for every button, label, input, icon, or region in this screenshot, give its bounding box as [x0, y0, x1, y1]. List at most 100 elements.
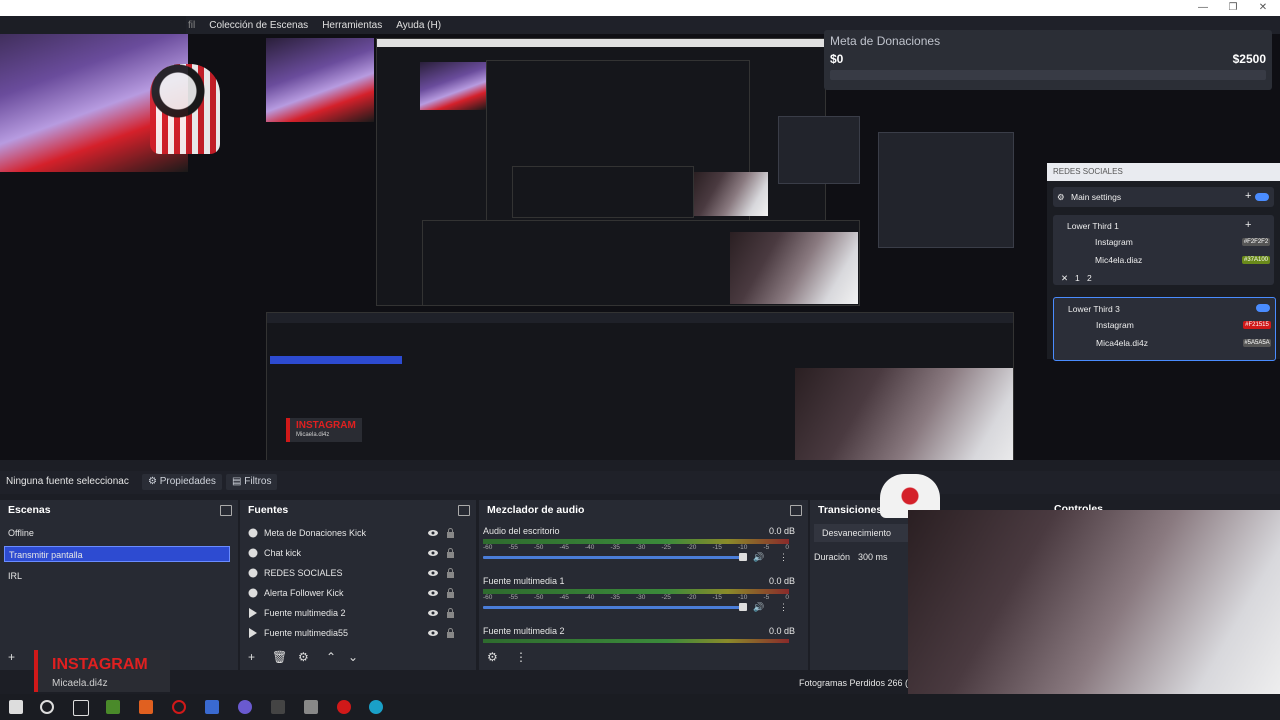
- gear-icon[interactable]: ⚙: [298, 650, 309, 664]
- speaker-icon[interactable]: 🔊: [753, 602, 764, 613]
- add-source-button[interactable]: +: [248, 650, 255, 664]
- lock-icon[interactable]: [446, 588, 455, 598]
- task-view-icon[interactable]: [73, 700, 89, 716]
- source-item[interactable]: Alerta Follower Kick: [244, 584, 464, 602]
- lock-icon[interactable]: [446, 608, 455, 618]
- nested-instagram-title: INSTAGRAM: [296, 420, 356, 431]
- opera-icon[interactable]: [172, 700, 186, 714]
- donations-goal: $2500: [1232, 52, 1266, 66]
- volume-slider[interactable]: [483, 556, 743, 559]
- more-options-icon[interactable]: ⋮: [779, 552, 788, 563]
- eye-icon[interactable]: [428, 588, 438, 598]
- lt3-handle-label: Mica4ela.di4z: [1096, 338, 1148, 348]
- menu-profile[interactable]: fil: [188, 20, 195, 31]
- undock-icon[interactable]: [220, 505, 232, 516]
- close-button[interactable]: ✕: [1248, 0, 1278, 16]
- lock-icon[interactable]: [446, 568, 455, 578]
- globe-icon: [248, 588, 258, 598]
- more-options-icon[interactable]: ⋮: [779, 602, 788, 613]
- chevron-down-icon[interactable]: ⌄: [348, 650, 358, 664]
- filter-icon: ▤: [232, 476, 245, 487]
- minimize-button[interactable]: —: [1188, 0, 1218, 16]
- properties-button[interactable]: ⚙ Propiedades: [142, 474, 222, 490]
- lower-third-3-toggle[interactable]: [1256, 304, 1270, 312]
- nested-docks-small: [512, 166, 694, 218]
- volume-slider[interactable]: [483, 606, 743, 609]
- add-icon[interactable]: +: [1245, 190, 1251, 202]
- maximize-button[interactable]: ❐: [1218, 0, 1248, 16]
- source-label: Meta de Donaciones Kick: [264, 528, 367, 538]
- source-label: Fuente multimedia55: [264, 628, 349, 638]
- lt1-color-chip-1[interactable]: #F2F2F2: [1242, 238, 1270, 246]
- source-item[interactable]: Meta de Donaciones Kick: [244, 524, 464, 542]
- main-settings-row[interactable]: ⚙ Main settings +: [1053, 187, 1274, 207]
- add-scene-button[interactable]: +: [8, 650, 15, 664]
- mixer-channel: Audio del escritorio 0.0 dB -60 -55 -50 -45…: [483, 526, 799, 566]
- channel-name: Audio del escritorio: [483, 526, 560, 536]
- eye-icon[interactable]: [428, 628, 438, 638]
- source-item[interactable]: Fuente multimedia55: [244, 624, 464, 642]
- eye-icon[interactable]: [428, 548, 438, 558]
- nested-redes-panel: [778, 116, 860, 184]
- minecraft-icon[interactable]: [106, 700, 120, 714]
- scene-item[interactable]: Offline: [4, 525, 230, 541]
- duration-value[interactable]: 300 ms: [858, 552, 888, 562]
- lower-third-3-card: Lower Third 3 Instagram Mica4ela.di4z #F…: [1053, 297, 1276, 361]
- nested-webcam-medium: [730, 232, 858, 304]
- lt1-slot-1[interactable]: 1: [1075, 273, 1080, 283]
- nested-castle-image-2: [420, 62, 486, 110]
- windows-icon[interactable]: [9, 700, 23, 714]
- transition-select[interactable]: Desvanecimiento: [814, 524, 910, 542]
- source-item[interactable]: Chat kick: [244, 544, 464, 562]
- lt1-close-icon[interactable]: ✕: [1061, 273, 1068, 284]
- volume-slider-knob[interactable]: [739, 553, 747, 561]
- undock-icon[interactable]: [790, 505, 802, 516]
- channel-db: 0.0 dB: [768, 576, 795, 586]
- speaker-icon[interactable]: 🔊: [753, 552, 764, 563]
- fire-icon[interactable]: [139, 700, 153, 714]
- lock-icon[interactable]: [446, 628, 455, 638]
- eye-icon[interactable]: [428, 608, 438, 618]
- screenshot-icon[interactable]: [205, 700, 219, 714]
- volume-slider-knob[interactable]: [739, 603, 747, 611]
- lock-icon[interactable]: [446, 548, 455, 558]
- lock-icon[interactable]: [446, 528, 455, 538]
- eye-icon[interactable]: [428, 528, 438, 538]
- source-item[interactable]: REDES SOCIALES: [244, 564, 464, 582]
- menu-scene-collection[interactable]: Colección de Escenas: [209, 20, 308, 31]
- more-options-icon[interactable]: ⋮: [515, 650, 527, 664]
- lt3-color-chip-1[interactable]: #F21515: [1243, 321, 1271, 329]
- sharex-icon[interactable]: [271, 700, 285, 714]
- menu-help[interactable]: Ayuda (H): [396, 20, 441, 31]
- record-icon[interactable]: [337, 700, 351, 714]
- eye-icon[interactable]: [428, 568, 438, 578]
- redes-sociales-panel: REDES SOCIALES ⚙ Main settings + Lower T…: [1047, 163, 1280, 361]
- add-icon[interactable]: +: [1245, 219, 1251, 231]
- menu-tools[interactable]: Herramientas: [322, 20, 382, 31]
- undock-icon[interactable]: [458, 505, 470, 516]
- lt1-color-chip-2[interactable]: #37A100: [1242, 256, 1270, 264]
- trash-icon[interactable]: 🗑: [272, 650, 287, 664]
- scene-item-selected[interactable]: Transmitir pantalla: [4, 546, 230, 562]
- mixer-settings-icon[interactable]: ⚙: [487, 650, 498, 664]
- lt3-color-chip-2[interactable]: #5A5A5A: [1243, 339, 1271, 347]
- scene-item[interactable]: IRL: [4, 568, 230, 584]
- source-item[interactable]: Fuente multimedia 2: [244, 604, 464, 622]
- donations-progress-bar: [830, 70, 1266, 80]
- files-icon[interactable]: [304, 700, 318, 714]
- edge-icon[interactable]: [369, 700, 383, 714]
- mixer-channel: Fuente multimedia 2 0.0 dB: [483, 626, 799, 643]
- channel-db: 0.0 dB: [768, 626, 795, 636]
- obs-icon[interactable]: [238, 700, 252, 714]
- filters-button[interactable]: ▤ Filtros: [226, 474, 278, 490]
- lt1-slot-2[interactable]: 2: [1087, 273, 1092, 283]
- lower-third-3-label: Lower Third 3: [1068, 304, 1120, 314]
- instagram-overlay: INSTAGRAM Micaela.di4z: [34, 650, 170, 692]
- chevron-up-icon[interactable]: ⌃: [326, 650, 336, 664]
- globe-icon: [248, 548, 258, 558]
- search-icon[interactable]: [40, 700, 54, 714]
- main-settings-toggle[interactable]: [1255, 193, 1269, 201]
- sources-title: Fuentes: [248, 504, 289, 516]
- source-label: REDES SOCIALES: [264, 568, 343, 578]
- channel-db: 0.0 dB: [768, 526, 795, 536]
